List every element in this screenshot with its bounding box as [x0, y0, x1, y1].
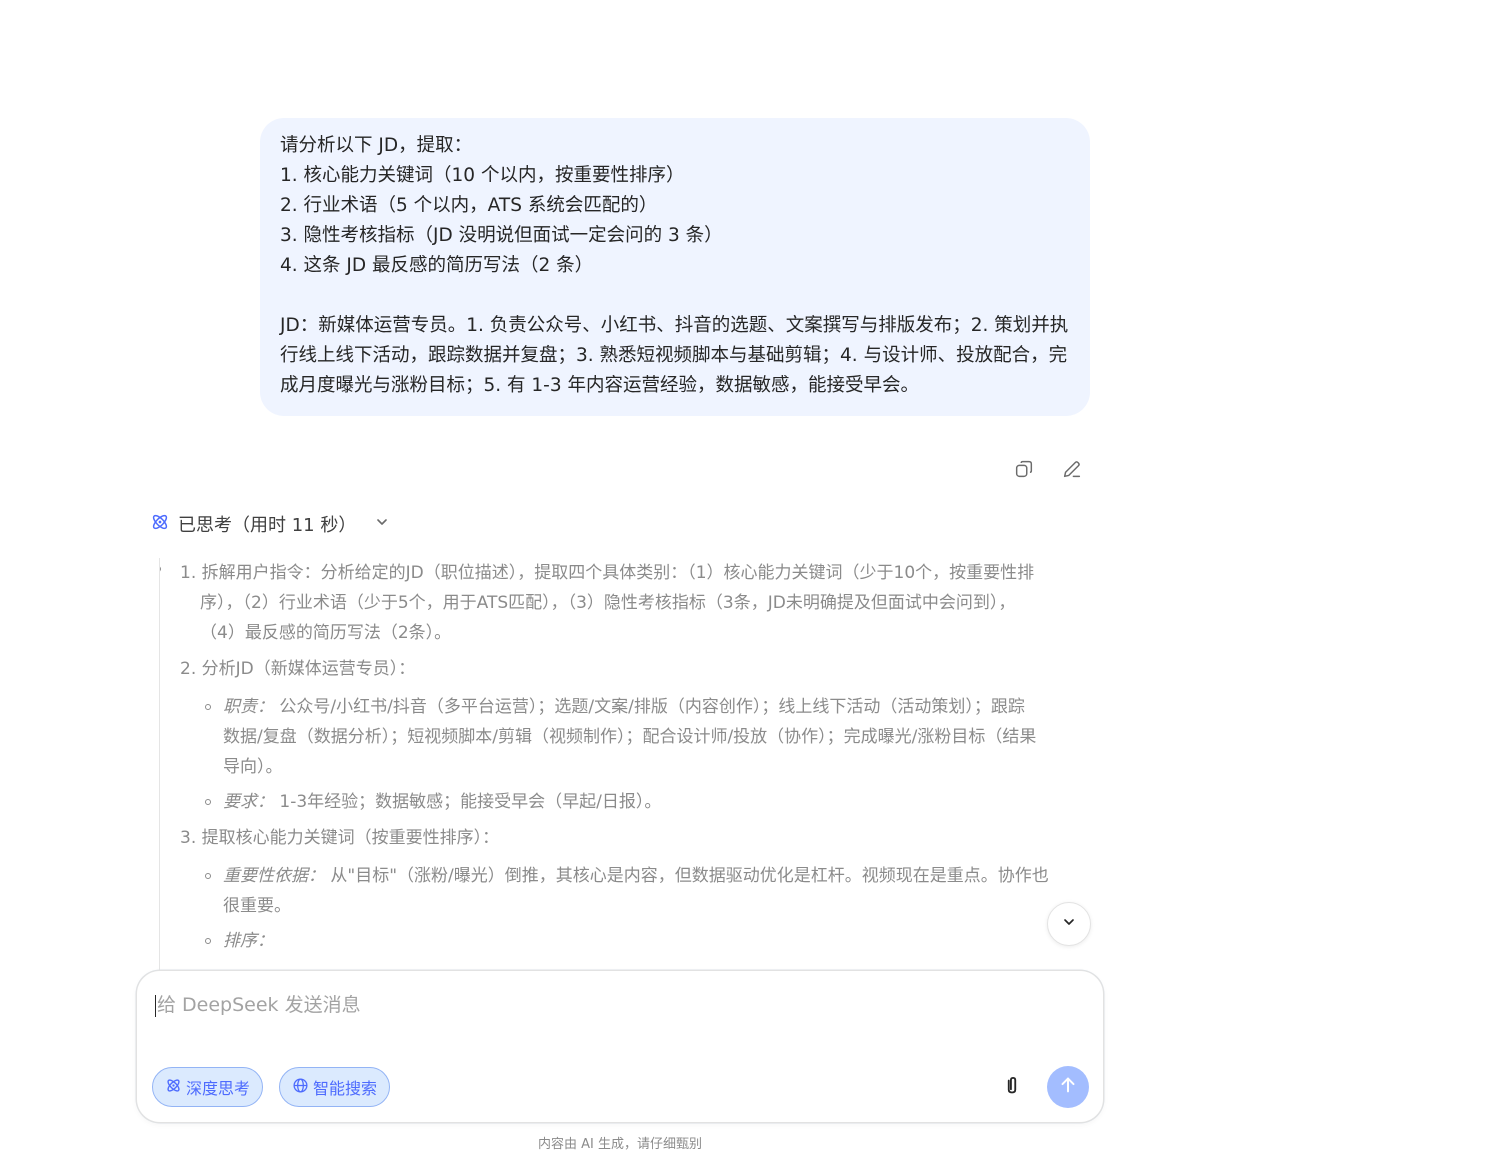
paperclip-icon[interactable] [999, 1073, 1025, 1103]
edit-icon[interactable] [1058, 455, 1086, 483]
user-message-spacer [280, 281, 1070, 311]
chevron-down-icon [374, 514, 390, 535]
thinking-step-3-title: 3. 提取核心能力关键词（按重要性排序）： [180, 828, 500, 848]
list-marker [205, 873, 211, 879]
web-search-toggle[interactable]: 智能搜索 [279, 1067, 391, 1107]
user-message-line: 4. 这条 JD 最反感的简历写法（2 条） [280, 255, 594, 276]
copy-icon[interactable] [1010, 455, 1038, 483]
thinking-basis-line: 重要性依据： 从"目标"（涨粉/曝光）倒推，其核心是内容，但数据驱动优化是杠杆。… [223, 861, 1049, 891]
thinking-toggle[interactable]: 已思考（用时 11 秒） [150, 511, 390, 537]
text-caret [155, 995, 156, 1017]
message-actions [1010, 455, 1086, 483]
user-message-line: 请分析以下 JD，提取： [280, 135, 473, 156]
ai-disclaimer: 内容由 AI 生成，请仔细甄别 [538, 1137, 702, 1152]
deep-think-toggle[interactable]: 深度思考 [152, 1067, 264, 1107]
user-message-line: 2. 行业术语（5 个以内，ATS 系统会匹配的） [280, 195, 658, 216]
chevron-down-icon [1061, 914, 1077, 934]
req-label: 要求： [223, 792, 274, 812]
thinking-step-1-line: 1. 拆解用户指令：分析给定的JD（职位描述），提取四个具体类别：（1）核心能力… [180, 563, 1035, 583]
duty-label: 职责： [223, 697, 274, 717]
thinking-step-2-title: 2. 分析JD（新媒体运营专员）： [180, 659, 416, 679]
thinking-step-1-line: 序），（2）行业术语（少于5个，用于ATS匹配），（3）隐性考核指标（3条，JD… [200, 593, 1016, 613]
thinking-header-label: 已思考（用时 11 秒） [178, 515, 357, 536]
thinking-duty-line: 数据/复盘（数据分析）；短视频脚本/剪辑（视频制作）；配合设计师/投放（协作）；… [223, 727, 1037, 747]
duty-text: 公众号/小红书/抖音（多平台运营）；选题/文案/排版（内容创作）；线上线下活动（… [279, 697, 1025, 717]
message-input[interactable] [155, 993, 1059, 1017]
user-message-line: 3. 隐性考核指标（JD 没明说但面试一定会问的 3 条） [280, 225, 723, 246]
deep-think-label: 深度思考 [186, 1079, 251, 1098]
bullet-dot [160, 566, 161, 572]
thinking-basis-line: 很重要。 [223, 896, 291, 916]
thinking-content: 1. 拆解用户指令：分析给定的JD（职位描述），提取四个具体类别：（1）核心能力… [159, 558, 1092, 970]
order-label: 排序： [223, 931, 274, 951]
thinking-req-line: 要求： 1-3年经验；数据敏感；能接受早会（早起/日报）。 [223, 787, 661, 817]
user-message-bubble: 请分析以下 JD，提取： 1. 核心能力关键词（10 个以内，按重要性排序） 2… [260, 118, 1090, 416]
basis-label: 重要性依据： [223, 866, 325, 886]
scroll-to-bottom-button[interactable] [1047, 902, 1091, 946]
thinking-duty-line: 职责： 公众号/小红书/抖音（多平台运营）；选题/文案/排版（内容创作）；线上线… [223, 692, 1025, 722]
thinking-step-1-line: （4）最反感的简历写法（2条）。 [200, 623, 452, 643]
list-marker [205, 799, 211, 805]
deepthink-icon [165, 1077, 182, 1098]
web-search-label: 智能搜索 [313, 1079, 378, 1098]
globe-icon [292, 1077, 309, 1098]
list-marker [205, 938, 211, 944]
message-composer: 深度思考 智能搜索 [136, 970, 1104, 1123]
deepthink-icon [150, 512, 170, 537]
thinking-duty-line: 导向）。 [223, 757, 283, 777]
basis-text: 从"目标"（涨粉/曝光）倒推，其核心是内容，但数据驱动优化是杠杆。视频现在是重点… [330, 866, 1049, 886]
req-text: 1-3年经验；数据敏感；能接受早会（早起/日报）。 [279, 792, 662, 812]
send-button[interactable] [1047, 1066, 1089, 1108]
list-marker [205, 704, 211, 710]
user-message-line: 1. 核心能力关键词（10 个以内，按重要性排序） [280, 165, 685, 186]
user-message-jd-text: JD：新媒体运营专员。1. 负责公众号、小红书、抖音的选题、文案撰写与排版发布；… [280, 315, 1069, 396]
arrow-up-icon [1057, 1074, 1079, 1100]
